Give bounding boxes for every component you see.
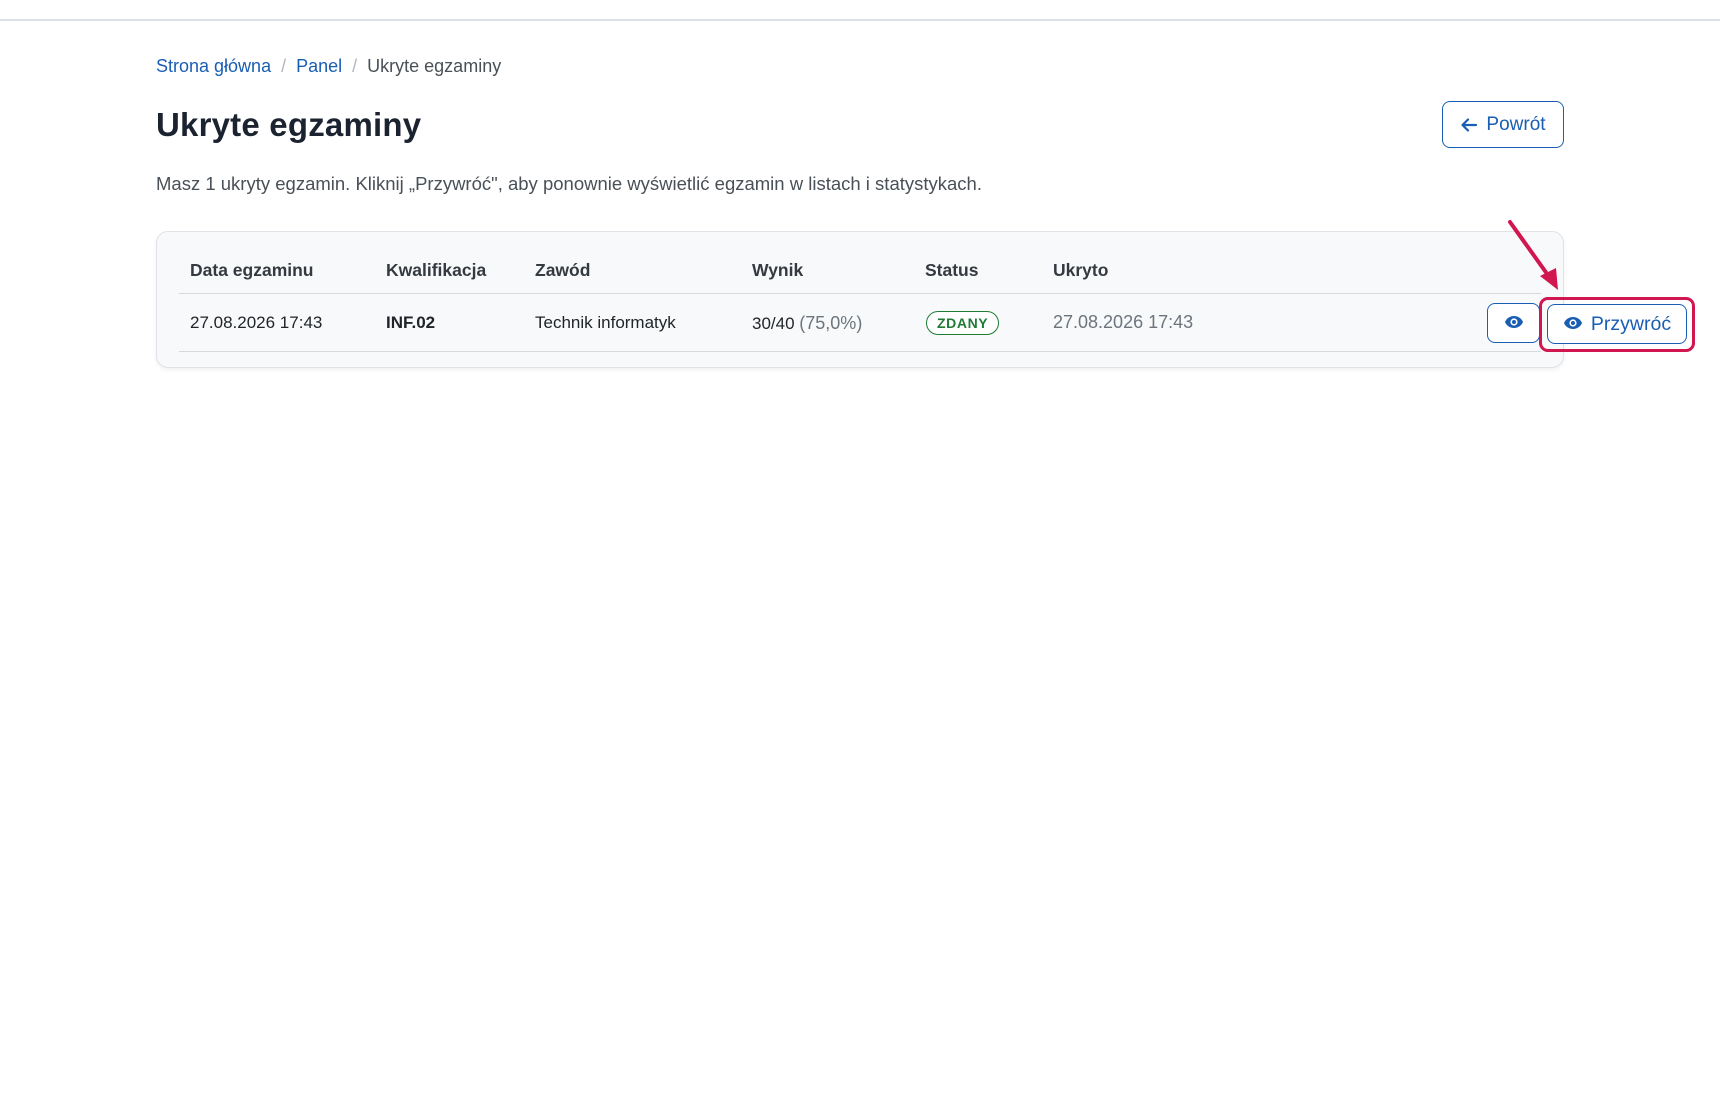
breadcrumb: Strona główna / Panel / Ukryte egzaminy xyxy=(156,56,501,77)
page-title: Ukryte egzaminy xyxy=(156,106,422,143)
hidden-exams-card: Data egzaminu Kwalifikacja Zawód Wynik S… xyxy=(156,231,1695,368)
header-profession: Zawód xyxy=(535,260,591,280)
table-row: 27.08.2026 17:43 INF.02 Technik informat… xyxy=(179,294,1695,352)
breadcrumb-home-link[interactable]: Strona główna xyxy=(156,56,271,77)
cell-qualification: INF.02 xyxy=(386,313,436,332)
top-divider xyxy=(0,19,1720,21)
hidden-exams-table: Data egzaminu Kwalifikacja Zawód Wynik S… xyxy=(179,246,1695,352)
score-value: 30/40 xyxy=(752,314,795,333)
cell-date: 27.08.2026 17:43 xyxy=(190,313,323,332)
header-score: Wynik xyxy=(752,260,804,280)
arrow-left-icon xyxy=(1460,116,1478,134)
eye-icon xyxy=(1563,313,1583,336)
header-date: Data egzaminu xyxy=(190,260,314,280)
restore-button[interactable]: Przywróć xyxy=(1547,304,1687,344)
back-button-label: Powrót xyxy=(1486,113,1546,135)
cell-score: 30/40 (75,0%) xyxy=(752,313,862,334)
lead-text: Masz 1 ukryty egzamin. Kliknij „Przywróć… xyxy=(156,173,982,194)
breadcrumb-current: Ukryte egzaminy xyxy=(367,56,502,76)
view-exam-button[interactable] xyxy=(1487,303,1540,343)
cell-hidden-at: 27.08.2026 17:43 xyxy=(1053,312,1194,332)
eye-icon xyxy=(1504,315,1524,332)
cell-profession: Technik informatyk xyxy=(535,313,676,332)
breadcrumb-panel-link[interactable]: Panel xyxy=(296,56,342,77)
table-header: Data egzaminu Kwalifikacja Zawód Wynik S… xyxy=(179,246,1541,294)
breadcrumb-separator: / xyxy=(352,56,358,76)
header-status: Status xyxy=(925,260,979,280)
status-badge: ZDANY xyxy=(926,311,1000,335)
header-qualification: Kwalifikacja xyxy=(386,260,487,280)
breadcrumb-separator: / xyxy=(281,56,287,76)
restore-button-label: Przywróć xyxy=(1590,312,1672,335)
score-percent: (75,0%) xyxy=(799,313,863,333)
restore-highlight: Przywróć xyxy=(1539,297,1695,352)
header-hidden-at: Ukryto xyxy=(1053,260,1109,280)
back-button[interactable]: Powrót xyxy=(1442,101,1564,148)
